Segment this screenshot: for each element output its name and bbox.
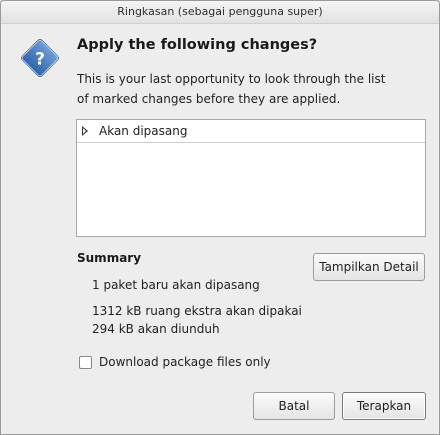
show-details-button[interactable]: Tampilkan Detail [313, 253, 425, 281]
summary-download-size: 294 kB akan diunduh [92, 322, 220, 336]
summary-disk-space: 1312 kB ruang ekstra akan dipakai [92, 304, 302, 318]
window-titlebar[interactable]: Ringkasan (sebagai pengguna super) [1, 1, 439, 24]
dialog-message: This is your last opportunity to look th… [77, 72, 386, 106]
tree-row-label: Akan dipasang [99, 124, 188, 138]
summary-title: Summary [77, 251, 142, 265]
question-icon: ? [18, 36, 62, 80]
window-title: Ringkasan (sebagai pengguna super) [117, 5, 323, 18]
tree-row-to-install[interactable]: Akan dipasang [77, 120, 425, 143]
cancel-button[interactable]: Batal [253, 392, 335, 420]
dialog-heading: Apply the following changes? [77, 37, 318, 53]
svg-text:?: ? [35, 50, 45, 70]
download-only-label[interactable]: Download package files only [99, 354, 271, 370]
expander-triangle-icon[interactable] [82, 126, 88, 136]
download-only-checkbox[interactable] [79, 356, 92, 369]
apply-button[interactable]: Terapkan [342, 392, 426, 420]
summary-new-packages: 1 paket baru akan dipasang [92, 278, 260, 292]
summary-dialog-window: Ringkasan (sebagai pengguna super) ? App… [0, 0, 440, 435]
changes-tree-view[interactable]: Akan dipasang [76, 119, 426, 237]
